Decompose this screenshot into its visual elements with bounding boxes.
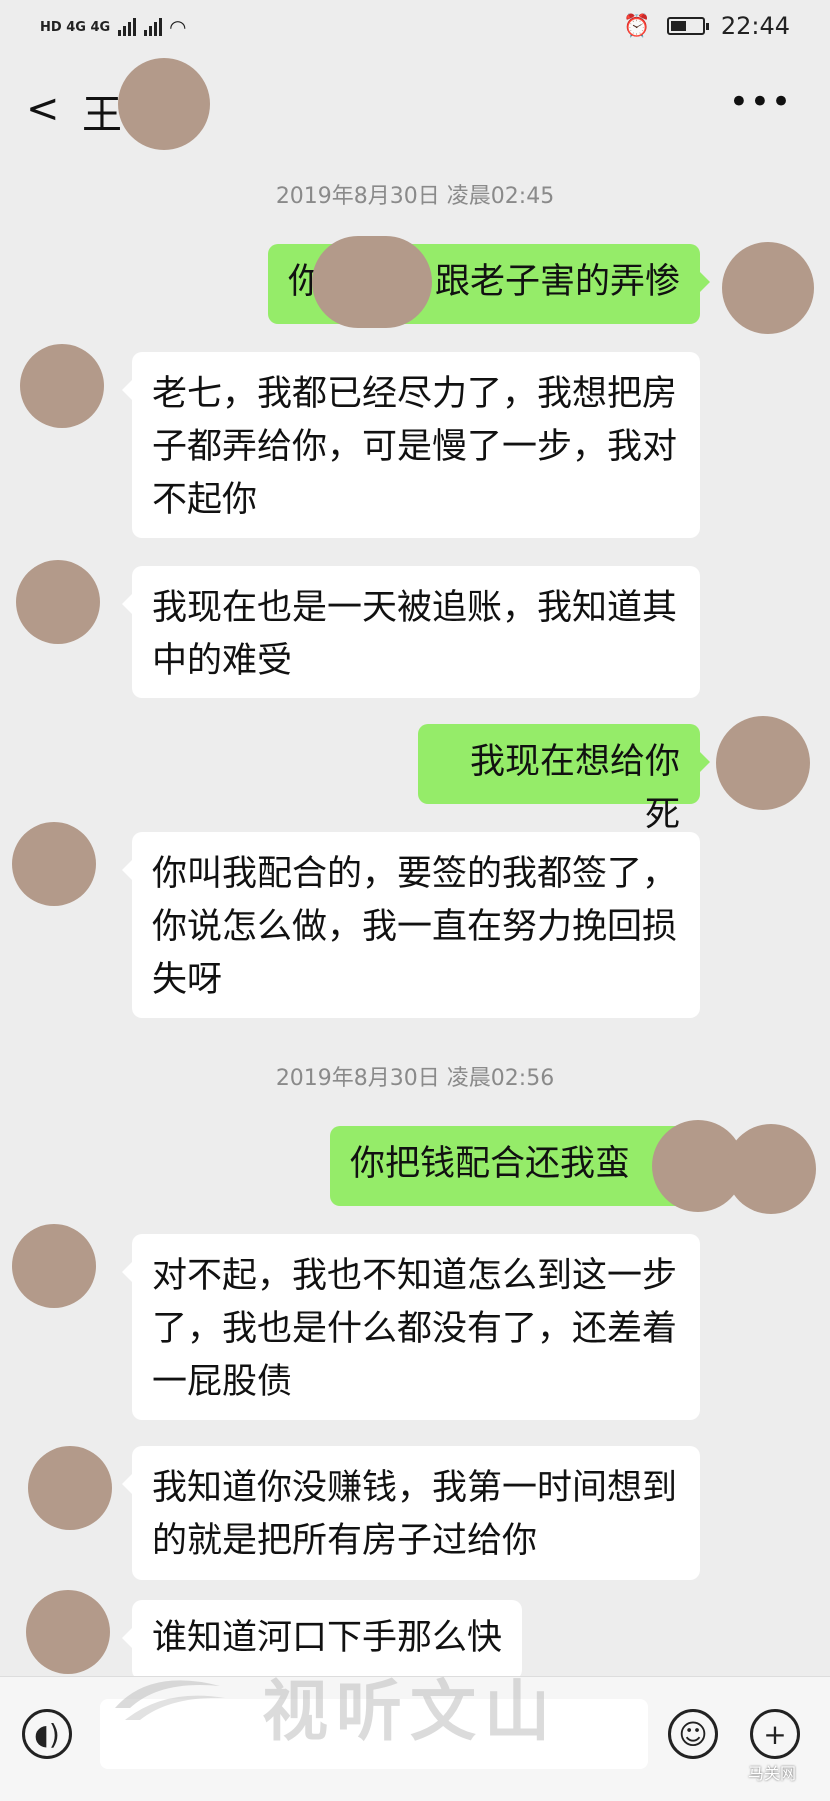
message-in[interactable]: 对不起，我也不知道怎么到这一步了，我也是什么都没有了，还差着一屁股债 [122,1234,700,1420]
avatar-self[interactable] [716,716,810,810]
avatar-contact[interactable] [12,1224,96,1308]
message-in[interactable]: 你叫我配合的，要签的我都签了，你说怎么做，我一直在努力挽回损失呀 [122,832,700,1018]
battery-icon [666,17,709,35]
watermark-text: 视听文山 [262,1673,558,1750]
timestamp: 2019年8月30日 凌晨02:45 [275,184,555,209]
plus-icon[interactable]: + [750,1709,800,1759]
signal-indicators: HD 4G 4G ◠ [40,15,186,39]
chat-title: 王 [82,92,122,138]
corner-watermark: 马关网 [747,1764,796,1783]
message-out[interactable]: 我现在想给你死 [418,724,710,835]
status-bar: HD 4G 4G ◠ ⏰ 22:44 [0,0,830,58]
message-in[interactable]: 老七，我都已经尽力了，我想把房子都弄给你，可是慢了一步，我对不起你 [122,352,700,538]
wifi-icon: ◠ [170,15,186,39]
chat-header: < 王 ••• [0,58,830,162]
message-in[interactable]: 我知道你没赚钱，我第一时间想到的就是把所有房子过给你 [122,1446,700,1580]
more-dots-icon[interactable]: ••• [729,82,792,122]
voice-icon[interactable]: ◖) [22,1709,72,1759]
message-out[interactable]: 你把钱配合还我蛮 [330,1126,710,1206]
avatar-self[interactable] [722,242,814,334]
avatar-contact[interactable] [26,1590,110,1674]
avatar-contact[interactable] [20,344,104,428]
signal-icon-2 [144,18,163,36]
avatar-self[interactable] [726,1124,816,1214]
timestamp: 2019年8月30日 凌晨02:56 [275,1066,555,1091]
emoji-icon[interactable]: ☺ [668,1709,718,1759]
avatar-contact[interactable] [16,560,100,644]
message-text-end: 跟老子害的弄惨 [434,262,680,302]
chevron-left-icon[interactable]: < [26,86,60,132]
name-blur [118,58,210,150]
network-label: HD 4G 4G [40,19,111,35]
message-in[interactable]: 我现在也是一天被追账，我知道其中的难受 [122,566,700,698]
alarm-icon: ⏰ [623,13,651,39]
clock: 22:44 [720,12,790,40]
watermark-logo [115,1680,225,1720]
avatar-contact[interactable] [12,822,96,906]
redaction-blur [312,236,432,328]
signal-icon [118,18,137,36]
avatar-contact[interactable] [28,1446,112,1530]
status-right: ⏰ 22:44 [623,12,790,40]
